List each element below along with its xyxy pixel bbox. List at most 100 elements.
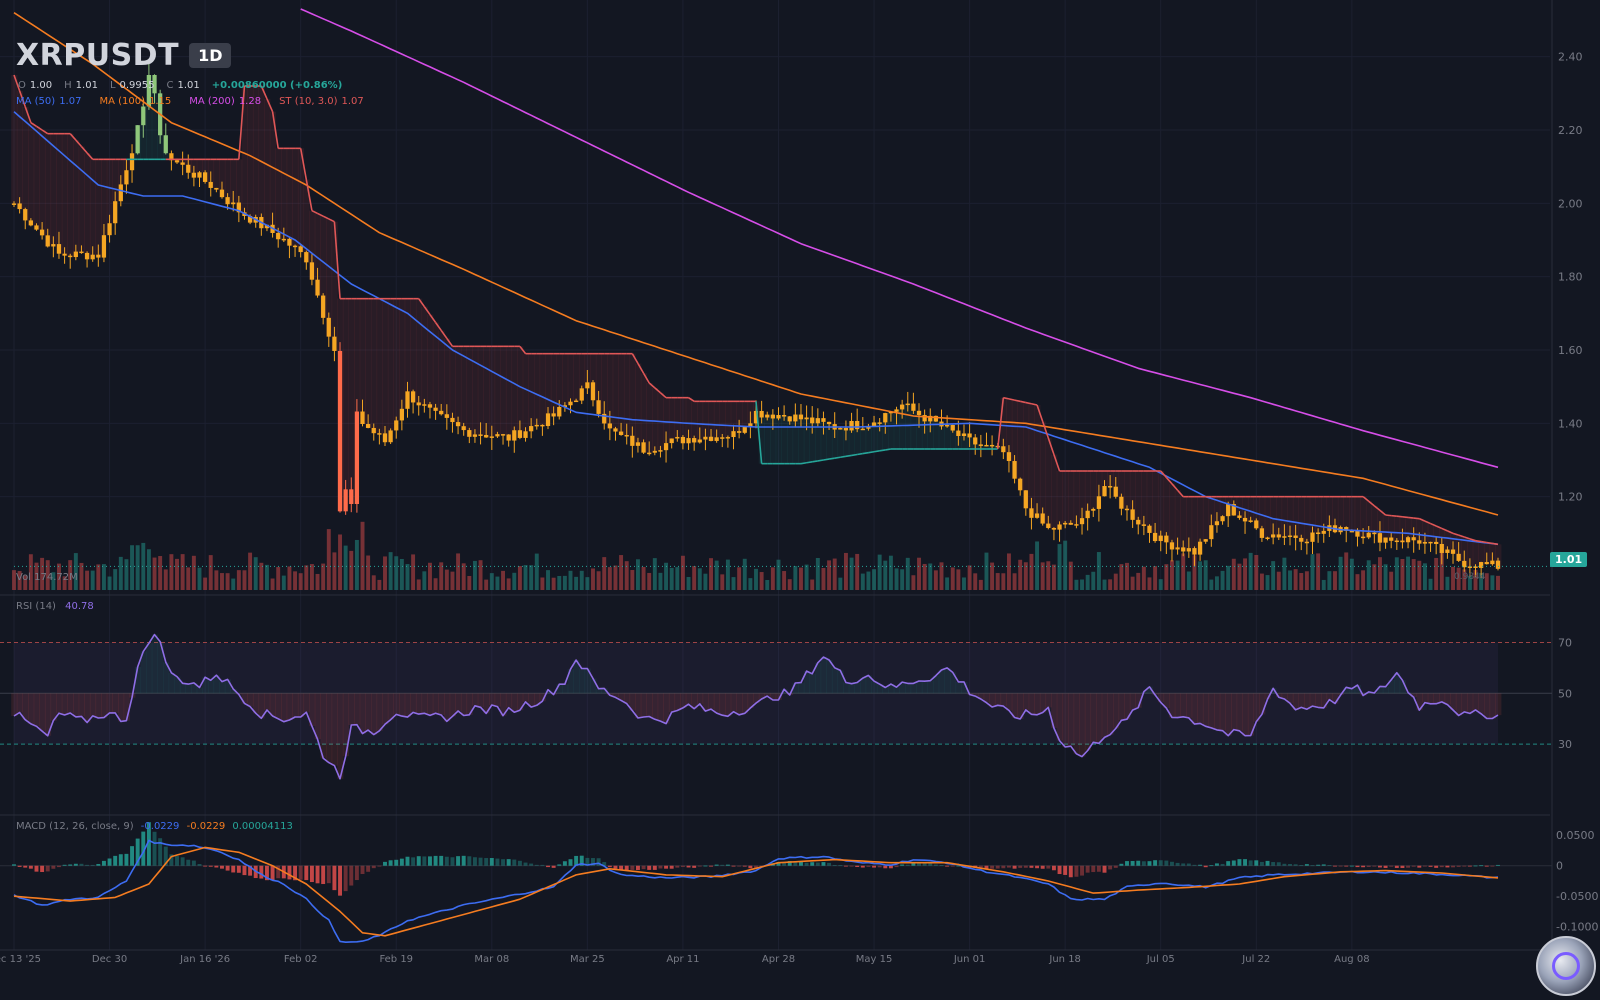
rsi-fill <box>1438 693 1446 702</box>
macd-histogram-bar <box>506 859 511 866</box>
time-tick-label: Mar 08 <box>474 954 509 965</box>
candle-body <box>1029 508 1034 518</box>
volume-bar <box>838 577 843 590</box>
rsi-fill <box>994 693 1002 706</box>
candle-body <box>405 391 410 409</box>
volume-bar <box>1231 558 1236 590</box>
rsi-fill <box>382 693 389 725</box>
macd-histogram-bar <box>107 858 112 866</box>
volume-bar <box>911 575 916 590</box>
volume-bar <box>377 579 382 590</box>
ohlc-high: 1.01 <box>75 80 98 91</box>
candle-body <box>883 413 888 423</box>
candle-body <box>838 427 843 430</box>
rsi-fill <box>365 693 372 731</box>
volume-bar <box>765 579 770 590</box>
supertrend-band <box>348 298 355 504</box>
supertrend-segment <box>1413 517 1420 520</box>
rsi-fill <box>314 693 321 740</box>
rsi-fill <box>106 693 113 713</box>
volume-bar <box>860 573 865 590</box>
volume-bar <box>933 570 938 590</box>
rsi-fill <box>843 682 850 694</box>
volume-bar <box>1490 575 1495 590</box>
candle-body <box>669 438 674 444</box>
macd-histogram-bar <box>366 865 371 872</box>
rsi-fill <box>1483 693 1491 719</box>
volume-bar <box>1220 570 1225 590</box>
rsi-fill <box>730 693 737 712</box>
candle-body <box>1136 519 1141 525</box>
candle-body <box>1164 535 1169 543</box>
candle-body <box>1034 513 1040 518</box>
rsi-fill <box>904 683 912 694</box>
supertrend-band <box>933 421 940 449</box>
supertrend-band <box>342 298 350 490</box>
time-tick-label: Jan 16 '26 <box>179 954 230 965</box>
macd-histogram-bar <box>928 863 933 866</box>
price-tick-label: 2.00 <box>1558 197 1583 210</box>
ma50-label: MA (50) <box>16 96 56 107</box>
macd-histogram-bar <box>1361 865 1366 868</box>
macd-histogram-bar <box>1063 865 1068 875</box>
rsi-tick-label: 70 <box>1558 636 1572 649</box>
supertrend-segment <box>806 461 813 464</box>
macd-histogram-bar <box>23 865 28 868</box>
supertrend-band <box>387 298 395 431</box>
chart-canvas[interactable]: 1.20 1.40 1.60 1.80 2.00 2.20 2.40 30 50 70 0.0500… <box>0 0 1600 1000</box>
macd-histogram-bar <box>40 865 45 873</box>
rsi-fill <box>719 693 726 716</box>
candle-body <box>135 125 140 154</box>
rsi-fill <box>1186 693 1193 718</box>
volume-bar <box>298 573 303 590</box>
macd-histogram-bar <box>338 865 342 896</box>
timeframe-badge[interactable]: 1D <box>189 43 232 68</box>
macd-histogram-bar <box>298 865 303 880</box>
supertrend-segment <box>817 459 824 462</box>
supertrend-band <box>50 133 57 245</box>
macd-histogram-bar <box>641 865 646 870</box>
volume-bar <box>405 564 410 590</box>
candle-body <box>197 172 202 178</box>
candle-body <box>967 433 972 438</box>
macd-histogram-bar <box>225 865 230 871</box>
rsi-fill <box>185 684 192 694</box>
macd-histogram-bar <box>1288 863 1292 866</box>
candle-body <box>1293 535 1298 538</box>
macd-histogram-bar <box>1344 865 1349 867</box>
volume-bar <box>742 558 747 590</box>
rsi-fill <box>410 693 417 713</box>
volume-bar <box>130 545 135 590</box>
candle-body <box>214 187 219 190</box>
macd-tick-label: -0.0500 <box>1556 890 1598 903</box>
candle-body <box>1405 537 1411 543</box>
macd-histogram-bar <box>1310 865 1315 867</box>
macd-histogram-bar <box>697 865 702 867</box>
rsi-fill <box>652 693 659 720</box>
volume-bar <box>264 564 269 590</box>
supertrend-band <box>1146 471 1153 533</box>
supertrend-band <box>1090 471 1097 509</box>
rsi-fill <box>370 693 378 735</box>
rsi-fill <box>1326 693 1333 700</box>
macd-histogram-bar <box>1192 864 1197 866</box>
candle-body <box>34 225 39 230</box>
macd-histogram-bar <box>1141 861 1146 866</box>
volume-bar <box>883 560 888 590</box>
supertrend-band <box>101 159 108 236</box>
macd-histogram-bar <box>236 865 241 873</box>
volume-bar <box>900 569 905 590</box>
macd-histogram-bar <box>118 854 123 866</box>
macd-histogram-bar <box>731 865 736 867</box>
candle-body <box>686 438 691 444</box>
rsi-fill <box>359 693 366 734</box>
candle-body <box>360 411 365 425</box>
candle-body <box>11 203 17 205</box>
volume-bar <box>1214 576 1219 590</box>
candle-body <box>944 424 950 427</box>
rsi-tick-label: 30 <box>1558 738 1572 751</box>
volume-bar <box>782 571 787 590</box>
volume-bar <box>1282 557 1287 590</box>
volume-bar <box>1136 572 1141 590</box>
volume-bar <box>579 570 584 590</box>
